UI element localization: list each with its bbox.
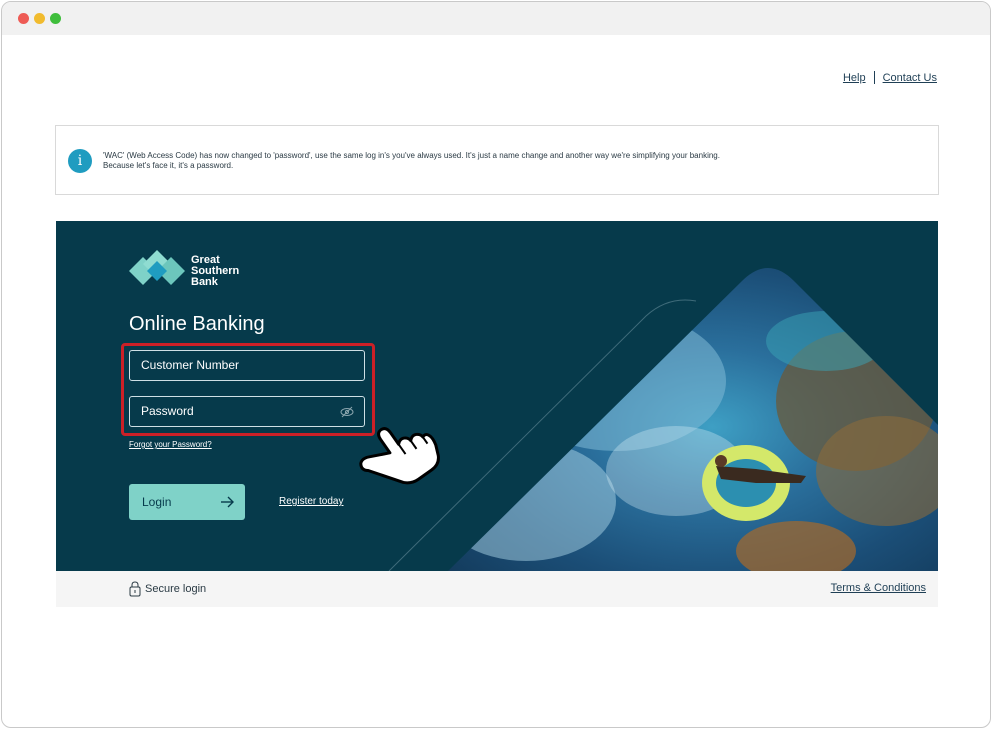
info-icon: i (68, 149, 92, 173)
terms-and-conditions-link[interactable]: Terms & Conditions (831, 582, 926, 594)
pointing-hand-icon (359, 427, 440, 485)
minimize-window-button[interactable] (34, 13, 45, 24)
secure-login: Secure login (129, 581, 206, 597)
register-today-link[interactable]: Register today (279, 496, 343, 507)
brand-name-line-1: Great (191, 253, 220, 266)
help-link[interactable]: Help (843, 72, 866, 84)
brand-name-line-2: Southern (191, 264, 240, 277)
secure-login-label: Secure login (145, 583, 207, 595)
login-button[interactable]: Login (129, 484, 245, 520)
forgot-password-link[interactable]: Forgot your Password? (129, 440, 212, 449)
lock-icon (129, 581, 141, 597)
notice-banner: i 'WAC' (Web Access Code) has now change… (55, 125, 939, 195)
logo-mark-icon (129, 250, 185, 285)
top-links: Help Contact Us (843, 71, 937, 84)
footer-bar: Secure login Terms & Conditions (56, 571, 938, 607)
page-title: Online Banking (129, 313, 265, 335)
close-window-button[interactable] (18, 13, 29, 24)
great-southern-bank-logo: Great Southern Bank (129, 250, 239, 292)
link-divider (873, 71, 875, 84)
maximize-window-button[interactable] (50, 13, 61, 24)
login-button-label: Login (142, 495, 172, 509)
browser-window: Help Contact Us i 'WAC' (Web Access Code… (1, 1, 991, 728)
login-hero-panel: Great Southern Bank Online Banking Custo… (56, 221, 938, 571)
highlight-box (121, 343, 375, 436)
notice-line-2: Because let's face it, it's a password. (103, 161, 234, 170)
notice-line-1: 'WAC' (Web Access Code) has now changed … (103, 151, 720, 160)
notice-text: 'WAC' (Web Access Code) has now changed … (103, 151, 720, 171)
brand-name: Great Southern Bank (191, 253, 240, 288)
brand-name-line-3: Bank (191, 275, 218, 288)
contact-us-link[interactable]: Contact Us (883, 72, 937, 84)
arrow-right-icon (221, 496, 234, 508)
title-bar (2, 2, 990, 35)
